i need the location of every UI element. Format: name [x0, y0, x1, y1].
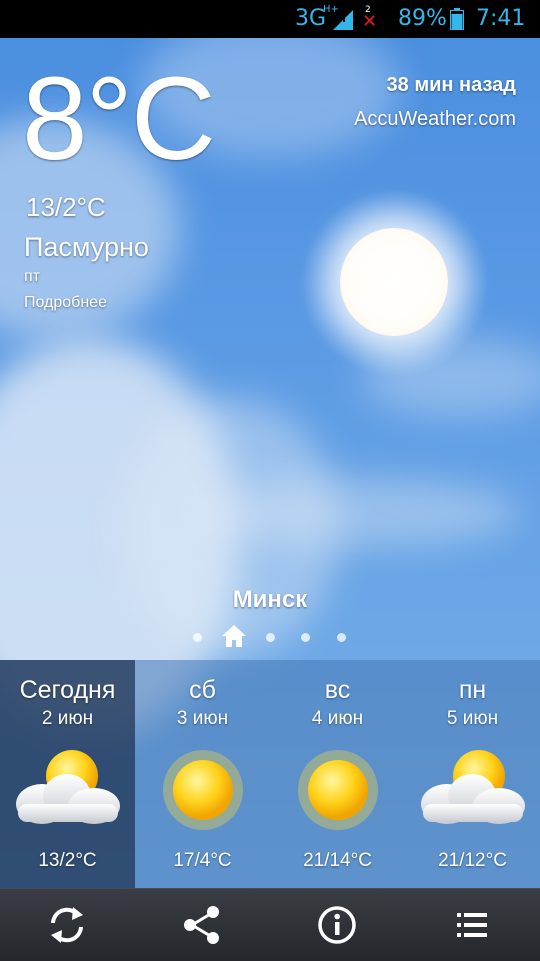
share-icon[interactable]: [178, 901, 226, 949]
cloud-shape: [200, 478, 520, 548]
last-updated: 38 мин назад: [386, 74, 516, 96]
home-icon[interactable]: [221, 624, 247, 648]
info-icon[interactable]: [313, 901, 361, 949]
battery-percent: 89%: [398, 6, 447, 31]
forecast-strip: Сегодня 2 июн 13/2°C сб 3 июн 17/4°C вс …: [0, 660, 540, 888]
forecast-day-name: вс: [324, 676, 351, 704]
source-link[interactable]: AccuWeather.com: [354, 108, 516, 131]
temperature-range: 13/2°C: [26, 192, 106, 222]
page-indicator[interactable]: [0, 622, 540, 652]
forecast-day-date: 3 июн: [176, 708, 229, 729]
partly-cloudy-icon: [421, 750, 525, 824]
menu-list-icon[interactable]: [448, 901, 496, 949]
signal-icon: [333, 10, 353, 30]
forecast-day-temp: 17/4°C: [173, 850, 232, 871]
forecast-day-date: 4 июн: [311, 708, 364, 729]
page-dot[interactable]: [193, 633, 202, 642]
clock: 7:41: [476, 6, 526, 31]
status-bar: 3G H+ 2 ✕ 89% 7:41: [0, 0, 540, 38]
partly-cloudy-icon: [16, 750, 120, 824]
forecast-day-2[interactable]: вс 4 июн 21/14°C: [270, 660, 405, 888]
page-dot[interactable]: [337, 633, 346, 642]
weather-condition: Пасмурно: [24, 232, 149, 262]
forecast-day-temp: 21/12°C: [438, 850, 507, 871]
forecast-day-name: Сегодня: [19, 676, 116, 704]
forecast-day-date: 2 июн: [41, 708, 94, 729]
sunny-icon: [298, 750, 378, 830]
forecast-day-name: сб: [189, 676, 216, 704]
sun-image: [340, 228, 448, 336]
forecast-day-temp: 21/14°C: [303, 850, 372, 871]
forecast-day-temp: 13/2°C: [38, 850, 97, 871]
no-signal-icon: ✕: [362, 11, 378, 32]
refresh-icon[interactable]: [43, 901, 91, 949]
network-type: 3G: [295, 6, 327, 31]
forecast-day-1[interactable]: сб 3 июн 17/4°C: [135, 660, 270, 888]
forecast-day-0[interactable]: Сегодня 2 июн 13/2°C: [0, 660, 135, 888]
action-bar: [0, 888, 540, 961]
forecast-day-name: пн: [458, 676, 487, 704]
current-temperature: 8°C: [22, 53, 216, 185]
page-dot[interactable]: [301, 633, 310, 642]
details-link[interactable]: Подробнее: [24, 294, 107, 312]
forecast-day-3[interactable]: пн 5 июн 21/12°C: [405, 660, 540, 888]
forecast-day-date: 5 июн: [446, 708, 499, 729]
page-dot[interactable]: [266, 633, 275, 642]
battery-icon: [450, 8, 464, 30]
city-name: Минск: [232, 586, 308, 613]
current-weekday: пт: [24, 268, 40, 285]
sunny-icon: [163, 750, 243, 830]
